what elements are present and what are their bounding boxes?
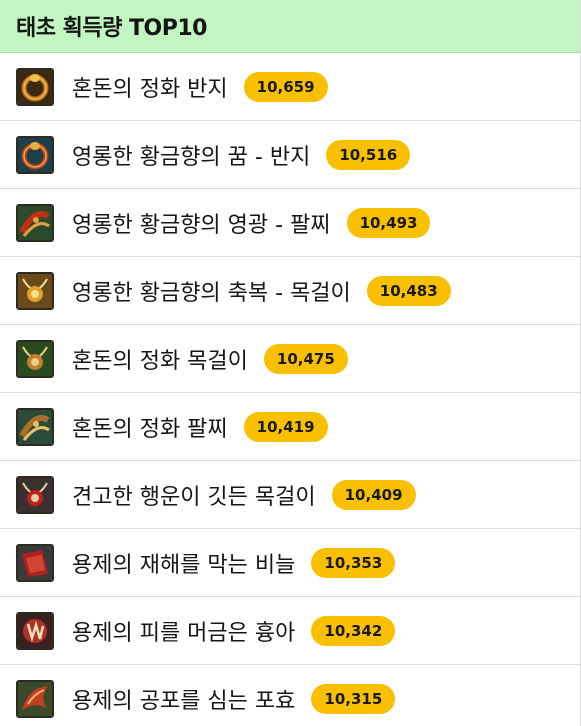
list-item[interactable]: 혼돈의 정화 목걸이 10,475: [0, 325, 580, 393]
count-badge: 10,483: [366, 275, 451, 306]
count-badge: 10,493: [346, 207, 431, 238]
item-name: 용제의 재해를 막는 비늘: [72, 552, 296, 578]
bracelet-icon: [16, 203, 54, 242]
list-item[interactable]: 용제의 재해를 막는 비늘 10,353: [0, 529, 580, 597]
bracelet-icon: [16, 407, 54, 446]
list-item[interactable]: 견고한 행운이 깃든 목걸이 10,409: [0, 461, 580, 529]
panel-title: 태초 획득량 TOP10: [16, 16, 207, 41]
item-name: 혼돈의 정화 팔찌: [72, 416, 228, 442]
item-name: 용제의 피를 머금은 흉아: [72, 620, 296, 646]
item-name: 영롱한 황금향의 꿈 - 반지: [72, 144, 311, 170]
count-badge: 10,342: [311, 615, 396, 646]
fang-icon: [16, 611, 54, 650]
ring-icon: [16, 67, 54, 106]
list-item[interactable]: 영롱한 황금향의 영광 - 팔찌 10,493: [0, 189, 580, 257]
count-badge: 10,353: [311, 547, 396, 578]
ranking-list: 혼돈의 정화 반지 10,659 영롱한 황금향의 꿈 - 반지 10,516 영롱한 …: [0, 53, 580, 726]
list-item[interactable]: 혼돈의 정화 팔찌 10,419: [0, 393, 580, 461]
item-name: 견고한 행운이 깃든 목걸이: [72, 484, 316, 510]
necklace-icon: [16, 339, 54, 378]
list-item[interactable]: 혼돈의 정화 반지 10,659: [0, 53, 580, 121]
panel-header: 태초 획득량 TOP10: [0, 0, 580, 53]
count-badge: 10,315: [311, 683, 396, 714]
list-item[interactable]: 용제의 피를 머금은 흉아 10,342: [0, 597, 580, 665]
count-badge: 10,516: [326, 139, 411, 170]
item-name: 영롱한 황금향의 영광 - 팔찌: [72, 212, 331, 238]
list-item[interactable]: 영롱한 황금향의 축복 - 목걸이 10,483: [0, 257, 580, 325]
count-badge: 10,659: [243, 71, 328, 102]
necklace-icon: [16, 271, 54, 310]
necklace-icon: [16, 475, 54, 514]
drop-ranking-panel: 태초 획득량 TOP10 혼돈의 정화 반지 10,659 영롱한 황금향의 꿈 -…: [0, 0, 581, 726]
item-name: 혼돈의 정화 반지: [72, 76, 228, 102]
ring-icon: [16, 135, 54, 174]
item-name: 용제의 공포를 심는 포효: [72, 688, 296, 714]
count-badge: 10,409: [331, 479, 416, 510]
roar-icon: [16, 679, 54, 718]
count-badge: 10,475: [263, 343, 348, 374]
item-name: 영롱한 황금향의 축복 - 목걸이: [72, 280, 351, 306]
scale-icon: [16, 543, 54, 582]
list-item[interactable]: 영롱한 황금향의 꿈 - 반지 10,516: [0, 121, 580, 189]
count-badge: 10,419: [243, 411, 328, 442]
list-item[interactable]: 용제의 공포를 심는 포효 10,315: [0, 665, 580, 726]
item-name: 혼돈의 정화 목걸이: [72, 348, 248, 374]
